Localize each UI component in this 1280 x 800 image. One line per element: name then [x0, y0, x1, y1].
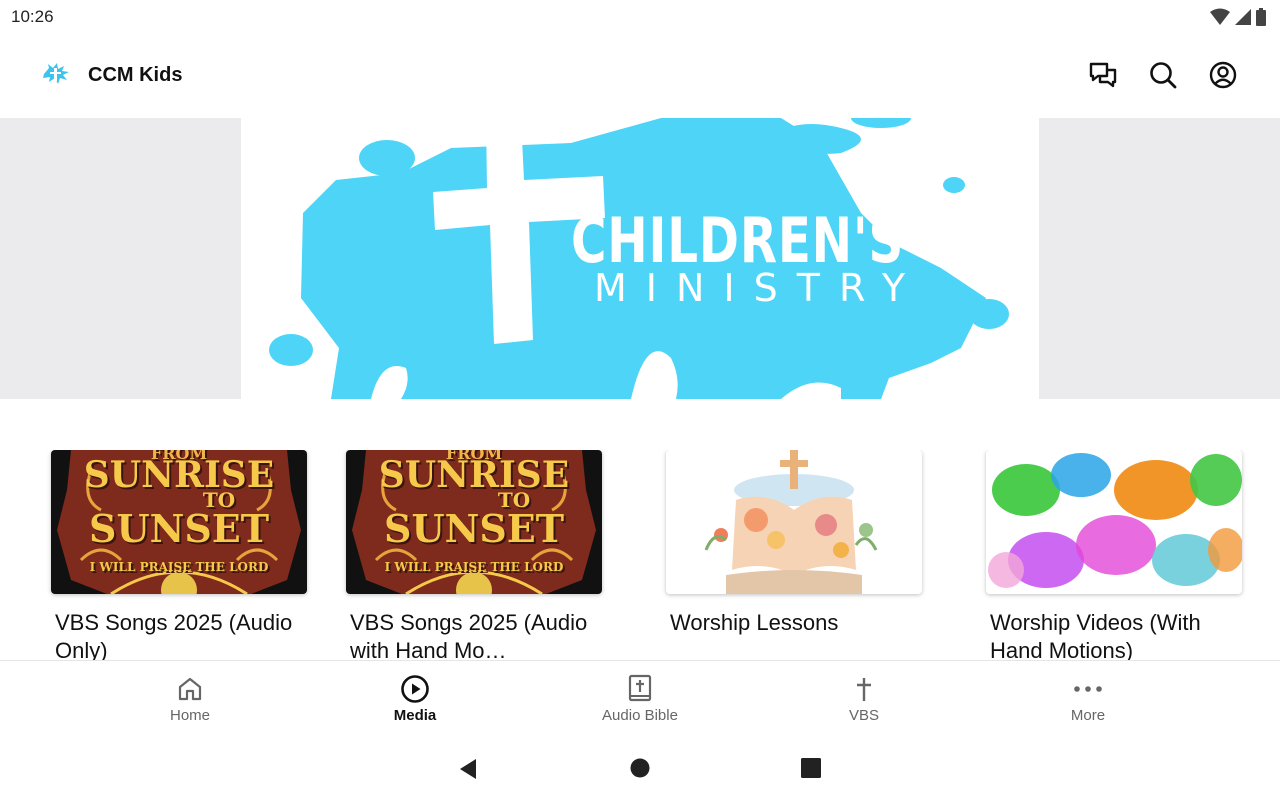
app-title: CCM Kids — [88, 64, 183, 86]
media-card-worship-lessons[interactable]: Worship Lessons — [666, 450, 922, 637]
card-title: VBS Songs 2025 (Audio with Hand Mo… — [350, 610, 588, 660]
card-title: Worship Lessons — [670, 610, 839, 635]
bible-icon — [628, 674, 652, 702]
nav-item-more[interactable]: More — [1028, 673, 1148, 724]
bottom-navigation: Home Media Audio Bible VBS More — [0, 660, 1280, 740]
search-button[interactable] — [1146, 58, 1180, 92]
home-icon — [178, 677, 202, 701]
app-actions — [1086, 58, 1240, 92]
hero-banner[interactable]: CHILDREN'S MINISTRY — [241, 118, 1039, 399]
status-bar: 10:26 — [0, 0, 1280, 34]
play-circle-icon — [401, 675, 429, 703]
thumb-text-arc: I WILL PRAISE THE LORD — [384, 560, 564, 574]
nav-label: Audio Bible — [602, 707, 678, 724]
home-circle-icon[interactable] — [630, 758, 650, 778]
search-icon — [1150, 62, 1177, 89]
back-icon[interactable] — [458, 758, 478, 780]
card-thumbnail: FROM SUNRISE TO SUNSET I WILL PRAISE THE… — [346, 450, 602, 594]
status-icons — [1210, 8, 1266, 26]
cross-icon — [857, 678, 871, 701]
battery-icon — [1256, 8, 1266, 26]
nav-item-home[interactable]: Home — [130, 673, 250, 724]
chat-icon — [1089, 62, 1117, 88]
card-thumbnail — [986, 450, 1242, 594]
nav-item-vbs[interactable]: VBS — [804, 673, 924, 724]
open-bible-flowers-art — [704, 450, 878, 594]
handprints-art — [988, 453, 1242, 588]
system-navigation-bar — [0, 740, 1280, 800]
nav-label: Media — [393, 707, 437, 724]
thumb-text-arc: I WILL PRAISE THE LORD — [89, 560, 269, 574]
nav-label: Home — [169, 707, 210, 724]
nav-label: More — [1070, 707, 1106, 724]
account-button[interactable] — [1206, 58, 1240, 92]
wifi-icon — [1210, 8, 1230, 25]
card-thumbnail: FROM SUNRISE TO SUNSET I WILL PRAISE THE… — [51, 450, 307, 594]
card-thumbnail — [666, 450, 922, 594]
hero-subheading: MINISTRY — [594, 266, 925, 310]
nav-item-media[interactable]: Media — [355, 673, 475, 724]
card-title: Worship Videos (With Hand Motions) — [990, 610, 1201, 660]
media-card-worship-videos[interactable]: Worship Videos (With Hand Motions) — [986, 450, 1242, 660]
account-icon — [1209, 61, 1237, 89]
chat-button[interactable] — [1086, 58, 1120, 92]
more-dots-icon — [1074, 686, 1102, 692]
thumb-text-bottom: SUNSET — [89, 506, 269, 551]
nav-label: VBS — [848, 707, 879, 724]
app-logo-icon — [43, 63, 69, 84]
card-title: VBS Songs 2025 (Audio Only) — [55, 610, 293, 660]
media-card-vbs-hand-motions[interactable]: FROM SUNRISE TO SUNSET I WILL PRAISE THE… — [346, 450, 602, 660]
thumb-text-bottom: SUNSET — [384, 506, 564, 551]
signal-icon — [1235, 9, 1251, 25]
recents-icon[interactable] — [801, 758, 821, 778]
media-card-list: FROM SUNRISE TO SUNSET I WILL PRAISE THE… — [0, 450, 1280, 660]
status-time: 10:26 — [11, 7, 54, 26]
hero-carousel[interactable]: CHILDREN'S MINISTRY — [0, 118, 1280, 399]
app-bar: CCM Kids — [0, 40, 1280, 112]
nav-item-audio-bible[interactable]: Audio Bible — [580, 673, 700, 724]
media-card-vbs-audio[interactable]: FROM SUNRISE TO SUNSET I WILL PRAISE THE… — [51, 450, 307, 660]
